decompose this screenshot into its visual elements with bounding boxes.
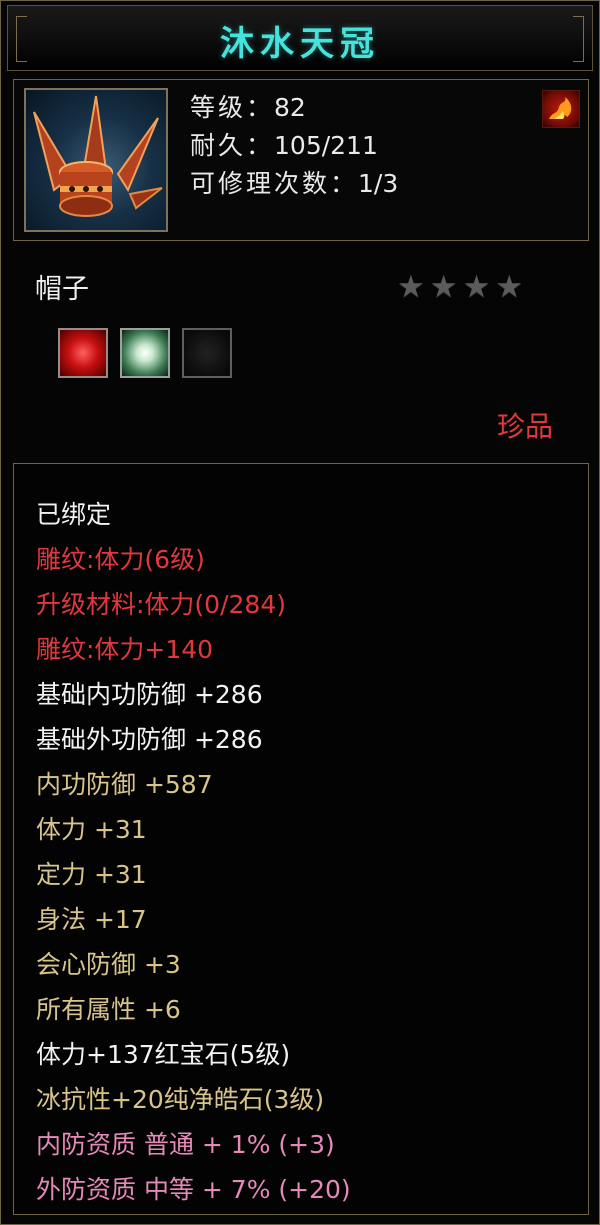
- attr-bound: 已绑定: [36, 500, 112, 529]
- level-label: 等级：: [190, 93, 275, 122]
- attr-engrave-bonus: 雕纹:体力+140: [36, 635, 214, 664]
- ruby-gem-icon[interactable]: [58, 328, 108, 378]
- star-icon: ★: [495, 269, 524, 305]
- attr-crit-defense: 会心防御 +3: [36, 950, 181, 979]
- durability-label: 耐久：: [190, 131, 275, 160]
- repair-value: 1/3: [358, 169, 399, 198]
- empty-socket-icon[interactable]: [182, 328, 232, 378]
- rarity-label: 珍品: [496, 410, 553, 443]
- star-rating: ★ ★ ★ ★: [397, 269, 528, 305]
- item-header: 等级：82 耐久：105/211 可修理次数：1/3: [13, 79, 589, 241]
- star-icon: ★: [397, 269, 425, 305]
- attr-base-outer-defense: 基础外功防御 +286: [36, 725, 263, 754]
- attr-inner-defense: 内功防御 +587: [36, 770, 213, 799]
- star-icon: ★: [429, 269, 458, 305]
- repair-label: 可修理次数：: [190, 169, 359, 198]
- attr-focus: 定力 +31: [36, 860, 147, 889]
- durability-row: 耐久：105/211: [190, 126, 378, 162]
- attr-stamina: 体力 +31: [36, 815, 147, 844]
- fire-icon: [542, 90, 580, 128]
- repair-row: 可修理次数：1/3: [190, 164, 398, 200]
- item-type: 帽子: [35, 274, 89, 305]
- attr-upgrade-material: 升级材料:体力(0/284): [36, 590, 286, 619]
- gem-sockets: [58, 328, 244, 378]
- attr-gem-white: 冰抗性+20纯净皓石(3级): [36, 1085, 325, 1114]
- attr-agility: 身法 +17: [36, 905, 147, 934]
- level-value: 82: [274, 93, 306, 122]
- level-row: 等级：82: [190, 88, 306, 124]
- white-gem-icon[interactable]: [120, 328, 170, 378]
- attr-inner-aptitude: 内防资质 普通 + 1% (+3): [36, 1130, 335, 1159]
- hat-icon: [24, 88, 168, 232]
- attr-all-stats: 所有属性 +6: [36, 995, 181, 1024]
- attr-gem-ruby: 体力+137红宝石(5级): [36, 1040, 291, 1069]
- attr-base-inner-defense: 基础内功防御 +286: [36, 680, 263, 709]
- durability-value: 105/211: [274, 131, 378, 160]
- title-bar: 沐水天冠: [7, 5, 593, 71]
- attr-engrave: 雕纹:体力(6级): [36, 545, 205, 574]
- attribute-panel: 已绑定 雕纹:体力(6级) 升级材料:体力(0/284) 雕纹:体力+140 基…: [13, 463, 589, 1215]
- attr-outer-aptitude: 外防资质 中等 + 7% (+20): [36, 1175, 351, 1204]
- star-icon: ★: [462, 269, 491, 305]
- item-name: 沐水天冠: [220, 24, 380, 64]
- attribute-list: 已绑定 雕纹:体力(6级) 升级材料:体力(0/284) 雕纹:体力+140 基…: [36, 492, 351, 1212]
- item-tooltip: 沐水天冠 等级：82 耐久：105/211 可修理次数：1/3 帽子 ★ ★ ★…: [0, 0, 600, 1225]
